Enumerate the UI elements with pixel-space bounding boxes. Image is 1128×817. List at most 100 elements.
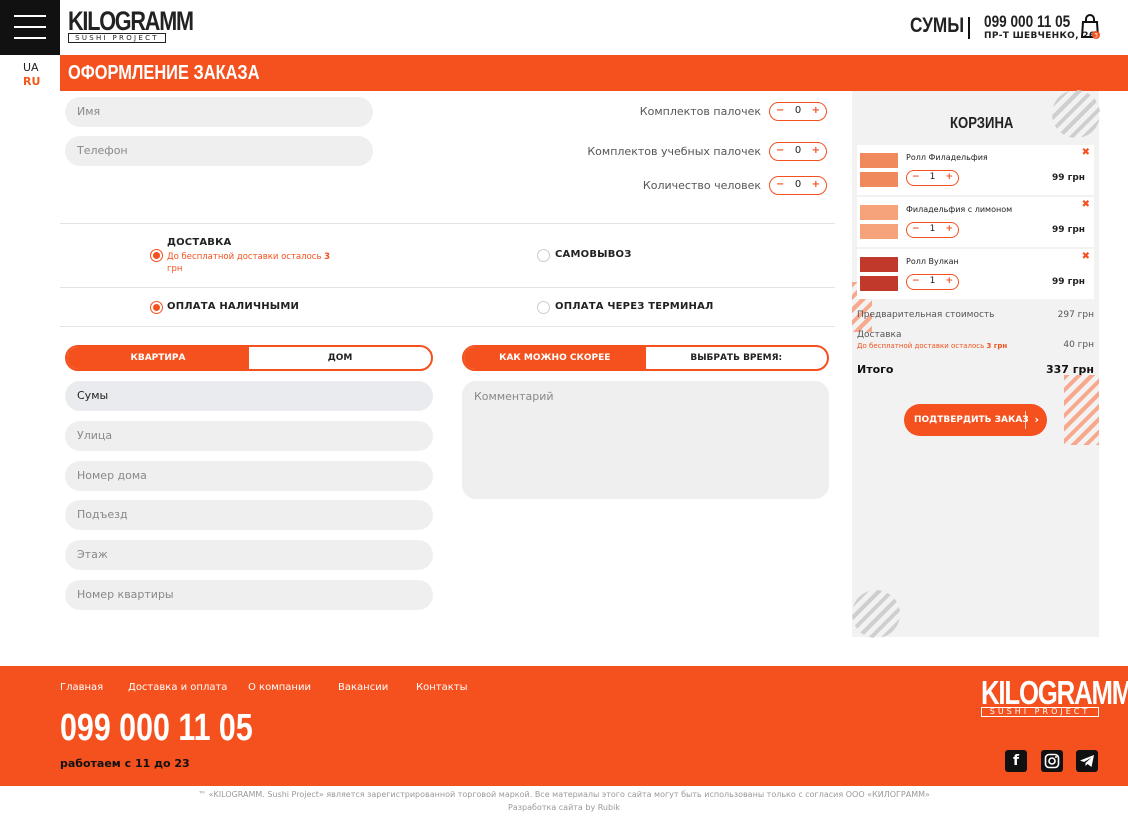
burger-line [14,26,46,28]
menu-button[interactable] [0,0,60,55]
plus-button[interactable]: + [812,145,820,156]
qty-stepper[interactable]: −1 + [906,222,959,238]
apartment-input[interactable]: Номер квартиры [65,580,433,610]
counter-label: Комплектов палочек [639,105,761,118]
free-delivery-note-text: До бесплатной доставки осталось [167,252,322,262]
qty-stepper[interactable]: −1 + [906,170,959,186]
free-delivery-note: До бесплатной доставки осталось 3 грн [167,251,337,275]
entrance-input[interactable]: Подъезд [65,500,433,530]
telegram-icon[interactable] [1076,750,1098,772]
time-toggle[interactable]: КАК МОЖНО СКОРЕЕ ВЫБРАТЬ ВРЕМЯ: [462,345,829,371]
footer-link-jobs[interactable]: Вакансии [338,682,388,693]
pickup-label[interactable]: САМОВЫВОЗ [555,249,632,260]
subtotal-label: Предварительная стоимость [857,310,995,320]
lang-ru[interactable]: RU [23,75,40,88]
lang-ua[interactable]: UA [23,61,39,74]
decor-stripes [1052,90,1100,138]
tab-choose-time[interactable]: ВЫБРАТЬ ВРЕМЯ: [646,347,828,369]
confirm-label: ПОДТВЕРДИТЬ ЗАКАЗ [914,415,1029,425]
footer-link-home[interactable]: Главная [60,682,103,693]
header-phone[interactable]: 099 000 11 05 [984,12,1070,32]
total-value: 337 грн [1045,363,1094,376]
confirm-order-button[interactable]: ПОДТВЕРДИТЬ ЗАКАЗ › [904,404,1047,436]
product-image [860,254,898,294]
chopsticks-stepper[interactable]: −0 + [769,102,827,121]
phone-input[interactable]: Телефон [65,136,373,166]
tab-apartment[interactable]: КВАРТИРА [67,347,249,369]
cart-title: КОРЗИНА [950,115,1014,132]
product-image [860,150,898,190]
decor-stripes [1064,375,1099,445]
cart-count: 3 [1094,33,1098,40]
instagram-icon[interactable] [1041,750,1063,772]
chevron-right-icon: › [1025,411,1039,429]
terminal-radio[interactable] [537,301,550,314]
product-price: 99 грн [1051,277,1085,287]
header-address: ПР-Т ШЕВЧЕНКО, 26 [984,31,1096,41]
decor-stripes [852,590,900,638]
logo[interactable]: KILOGRAMM SUSHI PROJECT [68,6,194,44]
delivery-radio[interactable] [150,249,163,262]
pickup-radio[interactable] [537,249,550,262]
burger-line [14,37,46,39]
free-delivery-note: До бесплатной доставки осталось 3 грн [857,342,1007,350]
footer-link-about[interactable]: О компании [248,682,311,693]
product-price: 99 грн [1051,173,1085,183]
facebook-icon[interactable]: f [1005,750,1027,772]
shopping-bag-icon[interactable]: 3 [1080,14,1102,40]
floor-input[interactable]: Этаж [65,540,433,570]
counter-label: Комплектов учебных палочек [587,145,761,158]
cart-item: Ролл Вулкан ✖ −1 + 99 грн [857,249,1094,299]
footer-logo[interactable]: KILOGRAMM SUSHI PROJECT [981,676,1128,718]
delivery-label: Доставка [857,330,902,340]
burger-line [14,15,46,17]
cart-item: Ролл Филадельфия ✖ −1 + 99 грн [857,145,1094,195]
persons-stepper[interactable]: −0 + [769,176,827,195]
page-title: ОФОРМЛЕНИЕ ЗАКАЗА [68,62,260,84]
address-type-toggle[interactable]: КВАРТИРА ДОМ [65,345,433,371]
footer-phone[interactable]: 099 000 11 05 [60,707,253,750]
divider [60,326,835,327]
training-chopsticks-stepper[interactable]: −0 + [769,142,827,161]
logo-text: KILOGRAMM [68,6,194,36]
name-input[interactable]: Имя [65,97,373,127]
footer-link-delivery[interactable]: Доставка и оплата [128,682,227,693]
logo-subtitle: SUSHI PROJECT [981,707,1099,717]
delivery-price: 40 грн [1063,340,1094,350]
qty-stepper[interactable]: −1 + [906,274,959,290]
cash-label[interactable]: ОПЛАТА НАЛИЧНЫМИ [167,301,299,312]
city-field[interactable]: Сумы [65,381,433,411]
plus-button[interactable]: + [812,179,820,190]
house-input[interactable]: Номер дома [65,461,433,491]
plus-button[interactable]: + [812,105,820,116]
tab-asap[interactable]: КАК МОЖНО СКОРЕЕ [464,347,646,369]
free-delivery-note-amount: 3 [324,252,331,262]
plus-button[interactable]: + [945,276,953,286]
plus-button[interactable]: + [945,224,953,234]
remove-icon[interactable]: ✖ [1082,251,1090,262]
remove-icon[interactable]: ✖ [1082,199,1090,210]
divider [968,17,970,39]
cart-item: Филадельфия с лимоном ✖ −1 + 99 грн [857,197,1094,247]
delivery-label[interactable]: ДОСТАВКА [167,237,231,248]
free-delivery-note-amount: 3 грн [986,342,1008,350]
comment-textarea[interactable]: Комментарий [462,381,829,499]
logo-subtitle: SUSHI PROJECT [68,33,166,43]
free-delivery-note-unit: грн [167,264,183,274]
terminal-label[interactable]: ОПЛАТА ЧЕРЕЗ ТЕРМИНАЛ [555,301,714,312]
divider [60,223,835,224]
working-hours: работаем с 11 до 23 [60,757,190,770]
footer-link-contacts[interactable]: Контакты [416,682,467,693]
product-name: Ролл Вулкан [906,257,959,266]
plus-button[interactable]: + [945,172,953,182]
street-input[interactable]: Улица [65,421,433,451]
product-name: Филадельфия с лимоном [906,205,1013,214]
cash-radio[interactable] [150,301,163,314]
city-selector[interactable]: СУМЫ [910,14,964,38]
developer-credit[interactable]: Разработка сайта by Rubik [0,803,1128,812]
remove-icon[interactable]: ✖ [1082,147,1090,158]
free-delivery-note-text: До бесплатной доставки осталось [857,342,985,350]
divider [60,287,835,288]
tab-house[interactable]: ДОМ [249,347,431,369]
product-name: Ролл Филадельфия [906,153,988,162]
